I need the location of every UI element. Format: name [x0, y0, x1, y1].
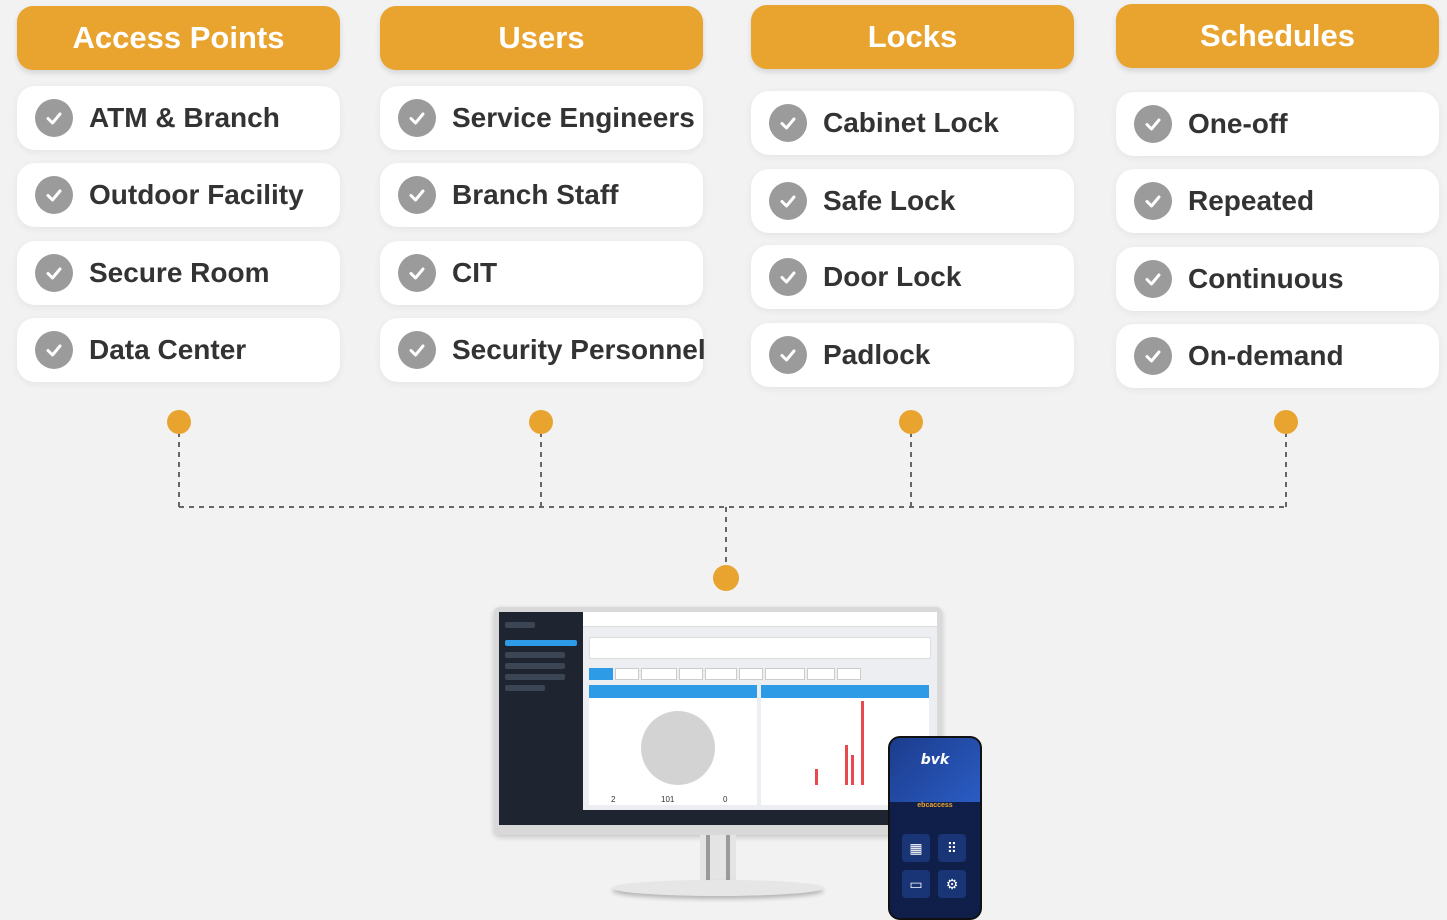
connector-dot	[713, 565, 739, 591]
phone-brand-logo: bvk	[920, 752, 950, 768]
connection-status-panel	[589, 685, 757, 805]
connector-dot	[167, 410, 191, 434]
connector-diagram	[167, 410, 1298, 591]
phone-mockup: bvk ebcaccess ▦ ⠿ ▭ ⚙	[888, 736, 982, 920]
dashboard-screen: 2 101 0	[499, 612, 937, 825]
monitor-mockup: 2 101 0	[494, 607, 942, 835]
connector-dot	[1274, 410, 1298, 434]
dashboard-sidebar	[499, 612, 581, 825]
connector-dot	[899, 410, 923, 434]
qr-icon: ▦	[902, 834, 930, 862]
gear-icon: ⚙	[938, 870, 966, 898]
pie-chart	[641, 711, 715, 785]
phone-app-name: ebcaccess	[917, 802, 953, 809]
dashboard-main: 2 101 0	[583, 612, 937, 825]
stat-value: 101	[661, 795, 675, 804]
wallet-icon: ▭	[902, 870, 930, 898]
stat-value: 0	[723, 795, 728, 804]
monitor-base	[612, 880, 824, 896]
keypad-icon: ⠿	[938, 834, 966, 862]
stat-value: 2	[611, 795, 616, 804]
connector-dot	[529, 410, 553, 434]
